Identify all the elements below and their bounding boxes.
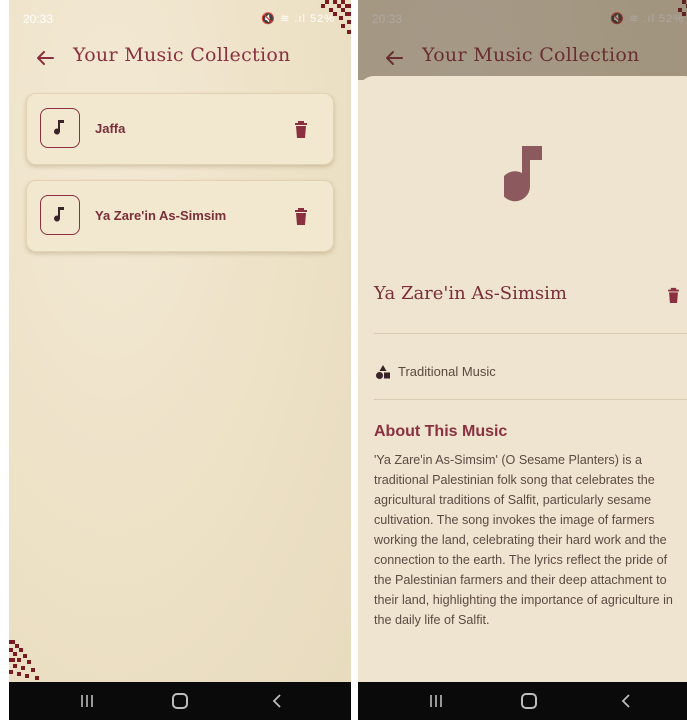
music-title: Ya Zare'in As-Simsim <box>374 283 567 304</box>
music-card-jaffa[interactable]: Jaffa <box>26 93 334 165</box>
status-icons: 🔇 ≋ .ıl 52% <box>261 13 335 25</box>
music-card-title: Jaffa <box>95 121 126 136</box>
trash-icon[interactable] <box>294 120 308 138</box>
home-icon[interactable] <box>172 693 188 709</box>
app-bar: Your Music Collection <box>9 36 351 80</box>
detail-screen: 20:33 🔇 ≋ .ıl 52% Your Music Collection … <box>358 0 687 720</box>
music-detail-sheet: Ya Zare'in As-Simsim Traditional Music A… <box>358 76 687 682</box>
nav-back-icon[interactable] <box>271 693 283 709</box>
arrow-left-icon[interactable] <box>33 46 57 70</box>
nav-back-icon[interactable] <box>620 693 632 709</box>
status-bar: 20:33 🔇 ≋ .ıl 52% <box>9 0 351 36</box>
page-title: Your Music Collection <box>73 44 291 66</box>
trash-icon[interactable] <box>667 287 680 303</box>
category-label: Traditional Music <box>398 364 496 379</box>
trash-icon[interactable] <box>294 207 308 225</box>
music-note-icon <box>54 207 64 222</box>
home-icon[interactable] <box>521 693 537 709</box>
music-card-title: Ya Zare'in As-Simsim <box>95 208 227 223</box>
music-note-icon <box>504 146 542 202</box>
divider <box>374 399 687 400</box>
collection-screen: 20:33 🔇 ≋ .ıl 52% Your Music Collection … <box>9 0 351 720</box>
recent-apps-icon[interactable] <box>79 694 95 708</box>
system-nav-bar <box>9 682 351 720</box>
recent-apps-icon[interactable] <box>428 694 444 708</box>
music-thumbnail <box>40 108 80 148</box>
modal-scrim[interactable] <box>358 0 687 80</box>
music-thumbnail <box>40 195 80 235</box>
embroidery-corner-icon <box>9 640 39 680</box>
system-nav-bar <box>358 682 687 720</box>
about-heading: About This Music <box>374 423 508 440</box>
status-time: 20:33 <box>23 12 54 26</box>
shapes-icon <box>376 365 390 379</box>
divider <box>374 333 687 334</box>
about-text: 'Ya Zare'in As-Simsim' (O Sesame Planter… <box>374 453 673 627</box>
music-card-ya-zarein[interactable]: Ya Zare'in As-Simsim <box>26 180 334 252</box>
music-note-icon <box>54 120 64 135</box>
